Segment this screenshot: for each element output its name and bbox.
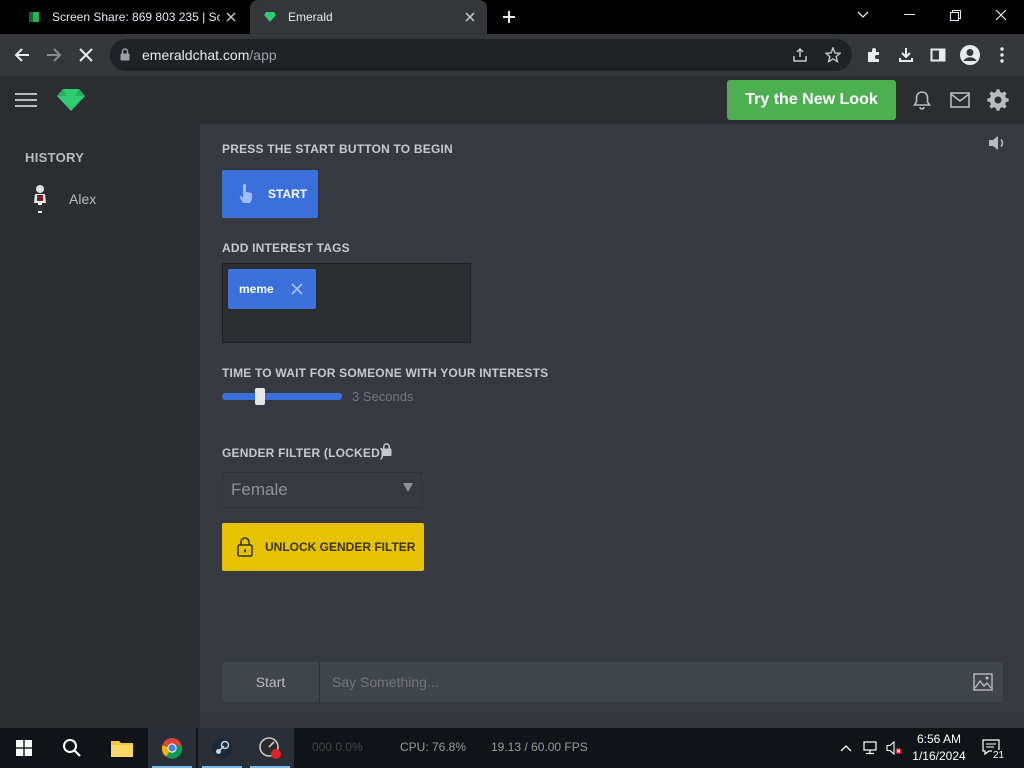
- unlock-gender-filter-button[interactable]: UNLOCK GENDER FILTER: [222, 523, 424, 571]
- bell-icon[interactable]: [911, 89, 933, 111]
- clock-date: 1/16/2024: [912, 749, 966, 763]
- history-item-name: Alex: [69, 191, 97, 207]
- tab-title: Screen Share: 869 803 235 | Screen: [52, 10, 220, 24]
- search-icon[interactable]: [48, 728, 96, 768]
- start-button-label: START: [268, 187, 308, 201]
- hamburger-menu-icon[interactable]: [15, 91, 37, 109]
- volume-muted-icon[interactable]: [886, 740, 902, 756]
- hand-pointer-icon: [238, 184, 254, 204]
- main-panel: PRESS THE START BUTTON TO BEGIN START AD…: [200, 124, 1024, 728]
- chat-message-input[interactable]: [332, 662, 952, 702]
- tray-cpu-readout: CPU: 76.8%: [400, 740, 467, 754]
- start-button[interactable]: START: [222, 170, 318, 218]
- slider-thumb[interactable]: [255, 388, 266, 405]
- remove-tag-icon[interactable]: [287, 279, 307, 299]
- interest-tags-input[interactable]: meme: [222, 263, 471, 343]
- caret-down-icon: [403, 483, 413, 492]
- windows-start-icon[interactable]: [0, 728, 48, 768]
- browser-menu-icon[interactable]: [990, 43, 1014, 67]
- stop-loading-icon[interactable]: [74, 43, 98, 67]
- close-icon[interactable]: [220, 6, 242, 28]
- network-icon[interactable]: [862, 740, 878, 756]
- chrome-icon[interactable]: [148, 728, 196, 768]
- main-footer-strip: [200, 712, 1024, 728]
- chat-bar: Start: [222, 662, 1003, 702]
- speaker-icon[interactable]: [988, 135, 1006, 151]
- app-header: Try the New Look: [0, 76, 1024, 124]
- padlock-icon: [381, 443, 392, 456]
- chevron-up-icon[interactable]: [838, 740, 854, 756]
- url-host: emeraldchat.com: [142, 47, 250, 63]
- tray-fps-readout: 19.13 / 60.00 FPS: [491, 740, 588, 754]
- screen-share-favicon-icon: [26, 9, 42, 25]
- unlock-padlock-icon: [237, 537, 253, 557]
- wait-time-slider[interactable]: [222, 388, 342, 405]
- tray-gpu-readout: 000 0.0%: [312, 740, 363, 754]
- profile-avatar-icon[interactable]: [958, 43, 982, 67]
- try-new-look-button[interactable]: Try the New Look: [727, 80, 896, 120]
- gender-select[interactable]: Female: [222, 472, 422, 508]
- new-tab-icon[interactable]: [498, 6, 520, 28]
- back-arrow-icon[interactable]: [10, 43, 34, 67]
- recording-app-icon[interactable]: [246, 728, 294, 768]
- taskbar-clock[interactable]: 6:56 AM 1/16/2024: [908, 731, 970, 765]
- download-icon[interactable]: [894, 43, 918, 67]
- url-text: emeraldchat.com/app: [142, 47, 277, 63]
- gender-select-value: Female: [231, 480, 288, 499]
- tab-title: Emerald: [288, 10, 333, 24]
- address-bar[interactable]: emeraldchat.com/app: [110, 39, 852, 71]
- emerald-favicon-icon: [262, 9, 278, 25]
- interest-tag-chip[interactable]: meme: [228, 269, 316, 309]
- wait-time-label: TIME TO WAIT FOR SOMEONE WITH YOUR INTER…: [222, 366, 549, 380]
- file-explorer-icon[interactable]: [98, 728, 146, 768]
- notification-count-badge: 21: [992, 750, 1006, 761]
- windows-taskbar: 000 0.0% CPU: 76.8% 19.13 / 60.00 FPS 6:…: [0, 728, 1024, 768]
- close-icon[interactable]: [459, 6, 481, 28]
- clock-time: 6:56 AM: [916, 732, 962, 746]
- interest-tags-label: ADD INTEREST TAGS: [222, 241, 350, 255]
- history-item[interactable]: Alex: [28, 182, 188, 216]
- restore-icon[interactable]: [932, 0, 978, 30]
- browser-tab-strip: Screen Share: 869 803 235 | Screen Emera…: [0, 0, 1024, 34]
- minimize-icon[interactable]: [886, 0, 932, 30]
- window-close-icon[interactable]: [978, 0, 1024, 30]
- extensions-puzzle-icon[interactable]: [862, 43, 886, 67]
- emerald-logo-icon[interactable]: [57, 89, 85, 111]
- lock-icon: [120, 48, 130, 61]
- chat-start-button[interactable]: Start: [222, 662, 320, 702]
- url-path: /app: [249, 47, 277, 63]
- steam-icon[interactable]: [198, 728, 246, 768]
- wait-time-value: 3 Seconds: [352, 389, 414, 404]
- start-section-label: PRESS THE START BUTTON TO BEGIN: [222, 142, 453, 156]
- gender-filter-label: GENDER FILTER (LOCKED): [222, 446, 385, 460]
- avatar: [28, 183, 52, 215]
- tab-search-chevron-icon[interactable]: [840, 0, 886, 30]
- forward-arrow-icon[interactable]: [42, 43, 66, 67]
- bookmark-star-icon[interactable]: [823, 45, 843, 65]
- tab-emerald[interactable]: Emerald: [250, 0, 487, 34]
- slider-track: [222, 393, 342, 400]
- browser-toolbar: emeraldchat.com/app: [0, 34, 1024, 76]
- unlock-button-label: UNLOCK GENDER FILTER: [265, 540, 416, 554]
- image-upload-icon[interactable]: [973, 672, 993, 692]
- mail-icon[interactable]: [949, 89, 971, 111]
- share-icon[interactable]: [790, 45, 810, 65]
- interest-tag-text: meme: [239, 282, 274, 296]
- gear-icon[interactable]: [987, 89, 1009, 111]
- tab-screen-share[interactable]: Screen Share: 869 803 235 | Screen: [14, 0, 248, 34]
- history-sidebar: HISTORY Alex: [0, 124, 200, 728]
- history-title: HISTORY: [25, 150, 85, 165]
- side-panel-icon[interactable]: [926, 43, 950, 67]
